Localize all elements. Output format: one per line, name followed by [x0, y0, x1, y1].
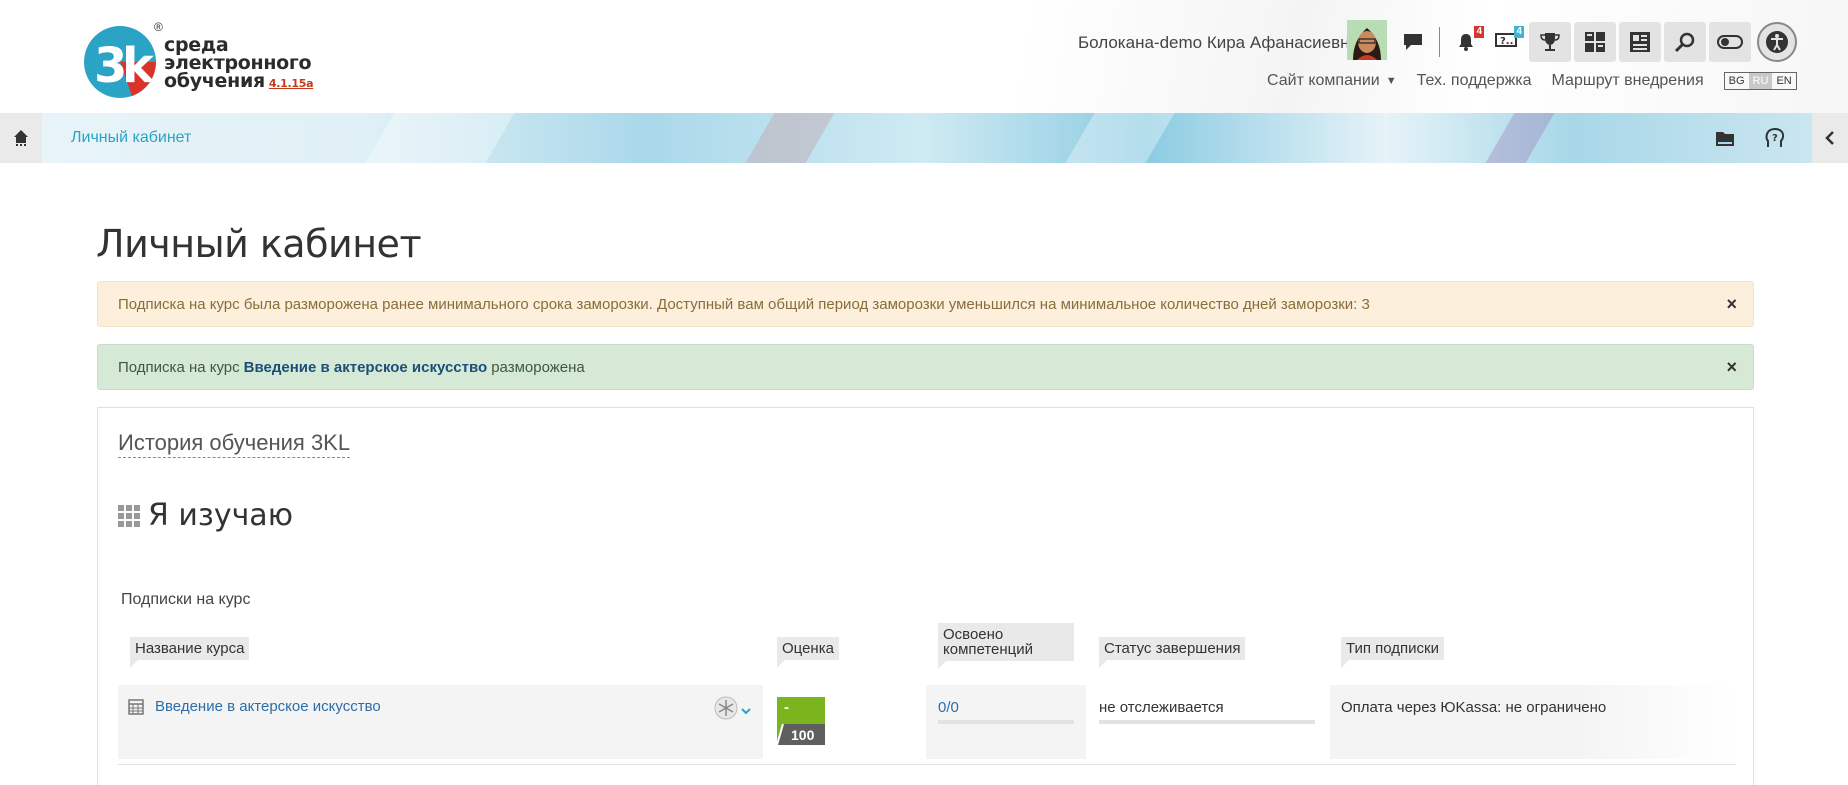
learning-history-card: История обучения 3KL Я изучаю Подписки н…: [97, 407, 1754, 785]
svg-text:k: k: [122, 38, 155, 94]
course-link[interactable]: Введение в актерское искусство: [155, 698, 381, 715]
dashboard-button[interactable]: [1574, 22, 1616, 62]
questions-button[interactable]: ?.. 4: [1486, 22, 1526, 62]
column-header-subscription[interactable]: Тип подписки: [1341, 637, 1445, 668]
grade-badge[interactable]: - 100: [776, 697, 825, 746]
lang-bg[interactable]: BG: [1725, 73, 1749, 89]
calendar-table-icon: [128, 699, 144, 715]
warning-alert-text: Подписка на курс была разморожена ранее …: [118, 295, 1370, 313]
questions-badge: 4: [1514, 26, 1524, 38]
bell-icon: [1459, 34, 1473, 51]
top-toolbar: 4 ?.. 4: [1393, 22, 1797, 62]
language-switcher: BG RU EN: [1723, 72, 1797, 90]
course-freeze-menu[interactable]: [714, 696, 754, 727]
company-site-label: Сайт компании: [1267, 72, 1380, 89]
accessibility-icon: [1766, 31, 1788, 53]
success-alert-course-link[interactable]: Введение в актерское искусство: [244, 359, 488, 376]
help-button[interactable]: ?: [1750, 113, 1800, 163]
home-icon: [14, 130, 28, 146]
logo-mark-icon: 3 k: [84, 26, 157, 98]
chevron-down-icon: ▼: [1385, 75, 1397, 87]
banner-decoration: [365, 113, 515, 163]
subscriptions-subtitle: Подписки на курс: [121, 591, 251, 608]
user-name[interactable]: Болокана-demo Кира Афанасиевна: [1078, 33, 1359, 53]
theme-toggle-button[interactable]: [1709, 22, 1751, 62]
avatar-image-icon: [1347, 20, 1387, 60]
column-header-competencies[interactable]: Освоено компетенций: [938, 623, 1074, 669]
lang-ru[interactable]: RU: [1748, 73, 1773, 89]
completion-status-value: не отслеживается: [1099, 699, 1224, 716]
layout-grid-icon: [1585, 32, 1605, 52]
home-button[interactable]: [0, 113, 42, 163]
sidebar-toggle-button[interactable]: [1812, 113, 1848, 163]
lang-en[interactable]: EN: [1772, 73, 1795, 89]
grid-icon: [118, 504, 140, 527]
banner-decoration: [1065, 113, 1175, 163]
site-header: 3 k ® среда электронного обучения 4.1.15a…: [0, 0, 1848, 113]
logo-line-3: обучения: [164, 70, 265, 92]
section-title: Я изучаю: [118, 498, 293, 533]
logo-text: среда электронного обучения 4.1.15a: [164, 36, 313, 93]
help-head-icon: ?: [1765, 128, 1785, 147]
search-button[interactable]: [1664, 22, 1706, 62]
banner-actions: ?: [1700, 113, 1848, 163]
toolbar-separator: [1439, 27, 1440, 57]
banner-decoration: [745, 113, 835, 163]
breadcrumb-bar: Личный кабинет ?: [0, 113, 1848, 163]
grade-value: -: [784, 699, 789, 716]
success-alert-suffix: разморожена: [491, 358, 585, 376]
svg-text:?: ?: [1772, 133, 1778, 144]
competencies-value[interactable]: 0/0: [938, 699, 959, 716]
success-alert-prefix: Подписка на курс: [118, 358, 240, 376]
completion-progress-bar: [1099, 720, 1315, 724]
roadmap-link[interactable]: Маршрут внедрения: [1552, 72, 1704, 90]
banner-decoration: [1485, 113, 1555, 163]
column-header-status[interactable]: Статус завершения: [1099, 637, 1246, 668]
achievements-button[interactable]: [1529, 22, 1571, 62]
courses-button[interactable]: [1619, 22, 1661, 62]
trophy-icon: [1540, 33, 1560, 51]
table-row-course-cell: [118, 685, 763, 759]
header-nav: Сайт компании ▼ Тех. поддержка Маршрут вн…: [1267, 72, 1797, 90]
column-header-grade[interactable]: Оценка: [777, 637, 839, 668]
competencies-progress-bar: [938, 720, 1074, 724]
notifications-badge: 4: [1474, 26, 1484, 38]
accessibility-button[interactable]: [1757, 22, 1797, 62]
section-title-text: Я изучаю: [148, 498, 293, 533]
table-row-subscription-cell: [1330, 685, 1736, 759]
logo-registered: ®: [154, 20, 163, 34]
company-site-link[interactable]: Сайт компании ▼: [1267, 72, 1397, 90]
notifications-button[interactable]: 4: [1446, 22, 1486, 62]
grade-max: 100: [791, 727, 815, 743]
toggle-icon: [1717, 35, 1743, 49]
logo[interactable]: 3 k ® среда электронного обучения 4.1.15a: [80, 20, 313, 105]
close-icon[interactable]: ×: [1726, 294, 1737, 315]
book-board-icon: [1630, 32, 1650, 52]
breadcrumb-current[interactable]: Личный кабинет: [71, 129, 191, 147]
table-row-divider: [118, 764, 1736, 765]
column-header-course[interactable]: Название курса: [130, 637, 250, 668]
folder-icon: [1716, 132, 1734, 146]
search-icon: [1674, 32, 1695, 53]
close-icon[interactable]: ×: [1726, 357, 1737, 378]
files-button[interactable]: [1700, 113, 1750, 163]
page-title: Личный кабинет: [96, 222, 422, 266]
avatar[interactable]: [1347, 20, 1387, 60]
warning-alert: Подписка на курс была разморожена ранее …: [97, 281, 1754, 327]
chevron-left-icon: [1825, 131, 1834, 145]
success-alert: Подписка на курс Введение в актерское ис…: [97, 344, 1754, 390]
card-title[interactable]: История обучения 3KL: [118, 430, 351, 458]
support-link[interactable]: Тех. поддержка: [1417, 72, 1532, 90]
subscription-type-value: Оплата через ЮKassa: не ограничено: [1341, 699, 1607, 716]
svg-text:?..: ?..: [1500, 36, 1513, 47]
messages-button[interactable]: [1393, 22, 1433, 62]
logo-version[interactable]: 4.1.15a: [269, 77, 314, 90]
chat-icon: [1404, 34, 1422, 50]
snowflake-icon: [714, 696, 751, 720]
